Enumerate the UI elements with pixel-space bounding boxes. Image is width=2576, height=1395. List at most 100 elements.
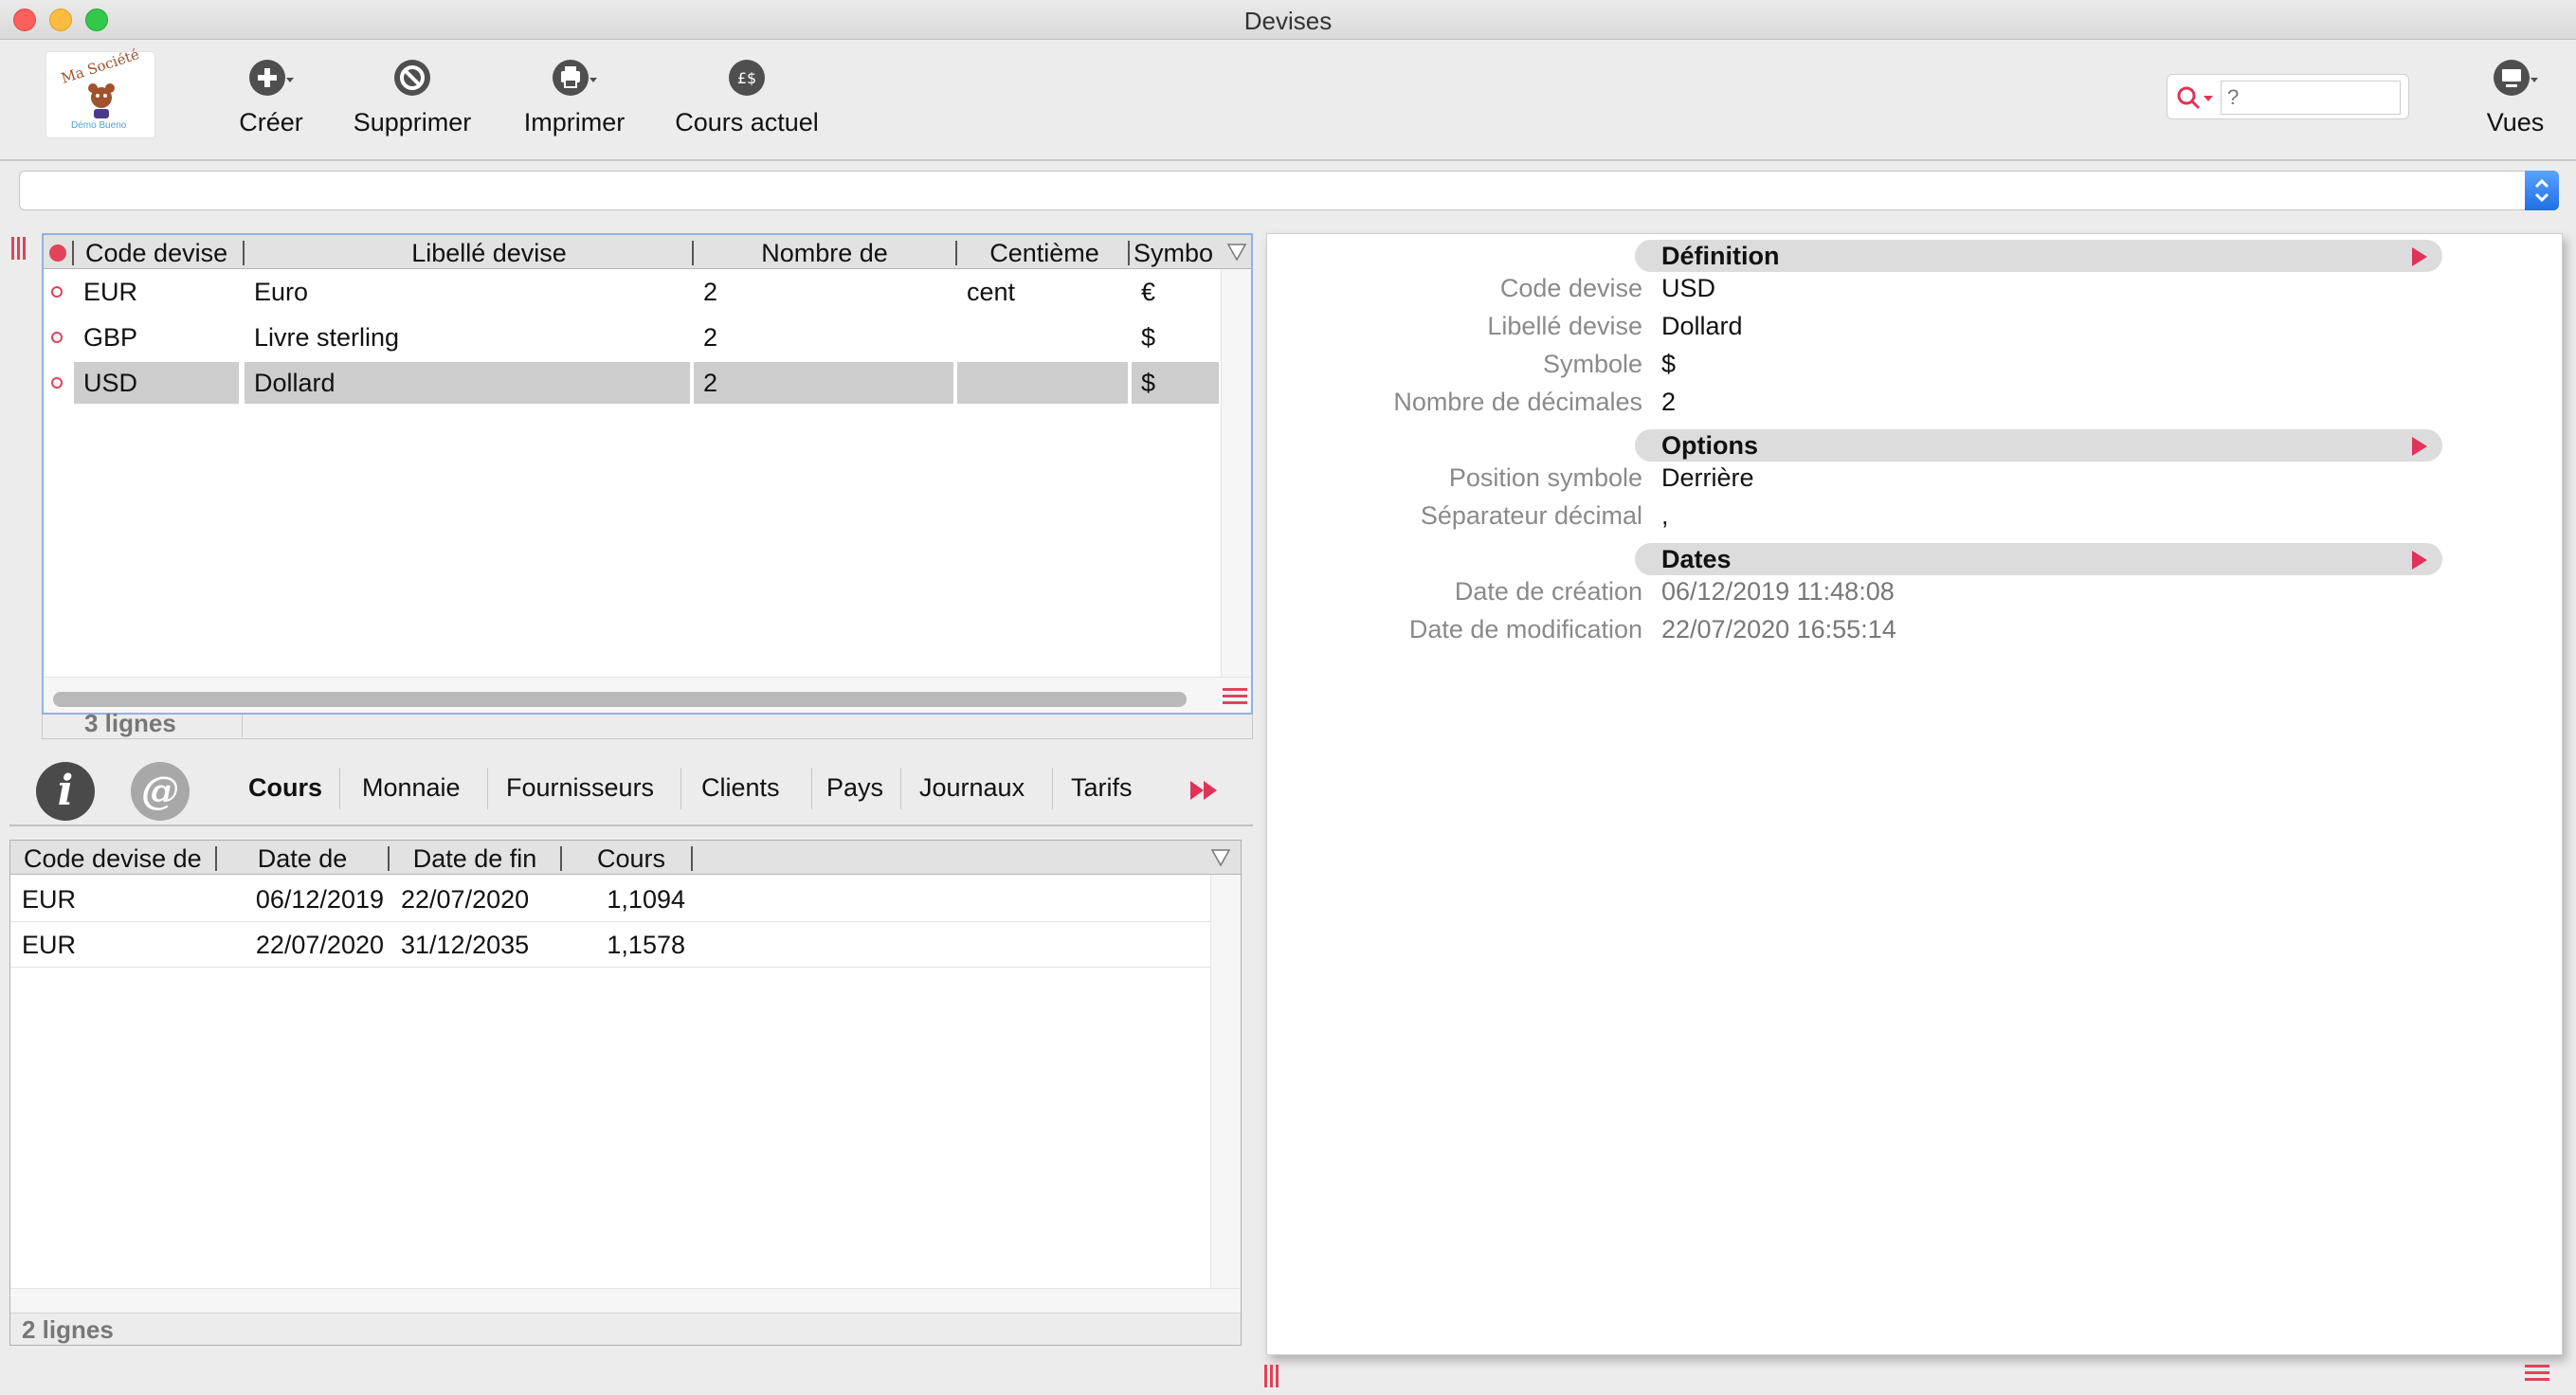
field-decimals-value[interactable]: 2 [1661,388,1676,417]
cell-rate-value: 1,1094 [564,879,689,920]
col-symbol[interactable]: Symbo [1134,235,1221,269]
col-rate-code[interactable]: Code devise de [24,841,223,875]
col-rate-end[interactable]: Date de fin [390,841,560,875]
delete-button[interactable]: Supprimer [347,55,478,137]
section-definition[interactable]: Définition [1635,240,2442,272]
current-rate-button[interactable]: £$ Cours actuel [669,55,825,137]
field-position-label: Position symbole [1448,463,1642,492]
detail-panel: Définition Code devise USD Libellé devis… [1266,233,2563,1355]
cell-code: GBP [74,317,239,358]
field-created-value: 06/12/2019 11:48:08 [1661,577,1895,606]
splitter-handle-bottom[interactable] [1264,1365,1279,1387]
horizontal-scrollbar[interactable] [10,1288,1241,1313]
rates-grid-footer: 2 lignes [10,1313,1241,1345]
combo-arrow[interactable] [2525,171,2559,210]
tab-pays[interactable]: Pays [826,773,883,803]
cell-cents [957,317,1128,358]
panel-menu-icon[interactable] [2525,1365,2549,1384]
cell-rate-end: 22/07/2020 [391,879,562,920]
disclosure-arrow-icon [2412,437,2427,456]
field-label-value[interactable]: Dollard [1661,312,1743,341]
tab-tarifs[interactable]: Tarifs [1071,773,1133,803]
rates-grid-header: Code devise de Date de Date de fin Cours [10,841,1241,875]
plus-circle-icon [249,60,294,96]
search-input[interactable] [2221,81,2401,115]
section-dates-title: Dates [1661,545,1732,573]
cell-rate-end: 31/12/2035 [391,924,562,966]
create-button[interactable]: Créer [224,55,318,137]
cell-decimals: 2 [694,317,953,358]
cell-decimals: 2 [694,362,953,404]
create-label: Créer [239,108,303,136]
cell-symbol: $ [1132,317,1219,358]
section-dates[interactable]: Dates [1635,543,2442,575]
col-rate-value[interactable]: Cours [562,841,700,875]
info-button[interactable]: i [36,762,95,821]
field-symbol-label: Symbole [1542,350,1642,378]
disclosure-arrow-icon [2412,551,2427,570]
email-button[interactable]: @ [131,762,190,821]
print-button[interactable]: Imprimer [516,55,633,137]
vertical-scrollbar[interactable] [1221,269,1251,677]
grid-menu-icon[interactable] [1223,688,1247,707]
col-cents[interactable]: Centième [957,235,1132,269]
filter-combo[interactable] [19,171,2559,210]
company-logo: Ma Société Démo Bueno [45,45,155,138]
currency-grid: Code devise Libellé devise Nombre de Cen… [42,233,1253,715]
field-separator-value[interactable]: , [1661,501,1669,531]
record-indicator-icon [49,245,66,262]
section-definition-title: Définition [1661,242,1780,270]
field-symbol-value[interactable]: $ [1661,350,1676,379]
cell-rate-start: 22/07/2020 [219,924,388,966]
views-button[interactable]: Vues [2477,55,2553,137]
field-modified-label: Date de modification [1408,615,1642,643]
col-rate-start[interactable]: Date de [217,841,388,875]
tab-journaux[interactable]: Journaux [919,773,1025,803]
tab-cours[interactable]: Cours [248,773,322,803]
splitter-handle-left[interactable] [11,237,26,260]
updown-chevron-icon [2534,178,2549,203]
row-indicator-icon [51,377,63,389]
tab-clients[interactable]: Clients [701,773,780,803]
cell-rate-start: 06/12/2019 [219,879,388,920]
printer-icon [553,60,597,96]
cell-symbol: $ [1132,362,1219,404]
field-created-label: Date de création [1454,577,1642,606]
field-modified-value: 22/07/2020 16:55:14 [1661,615,1896,643]
table-row[interactable]: GBP Livre sterling 2 $ [44,315,1251,360]
column-menu-icon[interactable] [1226,243,1247,262]
vertical-scrollbar[interactable] [1210,875,1241,1288]
section-options[interactable]: Options [1635,429,2442,462]
tab-bar: i @ Cours Monnaie Fournisseurs Clients P… [9,754,1253,826]
currency-grid-footer: 3 lignes [42,709,1253,739]
table-row[interactable]: EUR 06/12/2019 22/07/2020 1,1094 [10,877,1241,922]
col-label[interactable]: Libellé devise [245,235,734,269]
rates-count: 2 lignes [22,1315,114,1344]
title-bar: Devises [0,0,2576,40]
tab-monnaie[interactable]: Monnaie [362,773,461,803]
row-indicator-icon [51,286,63,298]
cell-label: Euro [245,271,690,313]
cell-cents [957,362,1128,404]
column-menu-icon[interactable] [1210,848,1231,867]
views-label: Vues [2486,108,2545,136]
search-icon[interactable] [2175,84,2217,111]
table-row[interactable]: EUR Euro 2 cent € [44,269,1251,315]
at-icon: @ [141,769,179,813]
table-row-selected[interactable]: USD Dollard 2 $ [44,360,1251,406]
field-position-value[interactable]: Derrière [1661,463,1754,493]
table-row[interactable]: EUR 22/07/2020 31/12/2035 1,1578 [10,922,1241,968]
tab-fournisseurs[interactable]: Fournisseurs [506,773,654,803]
horizontal-scrollbar[interactable] [53,692,1187,707]
cell-symbol: € [1132,271,1219,313]
cell-code: USD [74,362,239,404]
search-box [2167,74,2409,119]
col-decimals[interactable]: Nombre de [694,235,955,269]
cell-rate-code: EUR [12,924,213,966]
field-code-value[interactable]: USD [1661,274,1715,303]
section-options-title: Options [1661,431,1758,460]
cell-rate-value: 1,1578 [564,924,689,966]
fast-forward-icon[interactable] [1188,779,1221,802]
cell-code: EUR [74,271,239,313]
row-indicator-icon [51,332,63,343]
